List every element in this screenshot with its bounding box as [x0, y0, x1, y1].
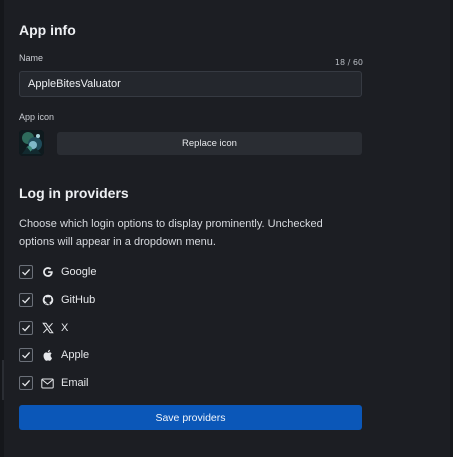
- name-char-counter: 18 / 60: [334, 58, 363, 67]
- google-checkbox[interactable]: [19, 265, 33, 279]
- google-label: Google: [61, 266, 97, 278]
- github-icon: [41, 294, 54, 307]
- email-checkbox[interactable]: [19, 376, 33, 390]
- provider-row-email[interactable]: Email: [19, 375, 89, 391]
- apple-label: Apple: [61, 349, 90, 361]
- apple-icon: [41, 349, 54, 362]
- save-providers-button[interactable]: Save providers: [19, 405, 362, 430]
- x-label: X: [61, 322, 69, 334]
- github-checkbox[interactable]: [19, 293, 33, 307]
- provider-row-x[interactable]: X: [19, 320, 68, 336]
- resize-handle[interactable]: [2, 360, 4, 400]
- name-label: Name: [19, 53, 44, 63]
- app-name-input[interactable]: [19, 71, 362, 97]
- provider-row-google[interactable]: Google: [19, 264, 96, 280]
- login-providers-description: Choose which login options to display pr…: [19, 218, 323, 248]
- checkmark-icon: [22, 268, 31, 276]
- app-icon-artwork: [19, 130, 44, 156]
- github-label: GitHub: [61, 294, 96, 306]
- provider-row-apple[interactable]: Apple: [19, 347, 89, 363]
- apple-checkbox[interactable]: [19, 348, 33, 362]
- checkmark-icon: [22, 296, 31, 304]
- app-settings-panel: App info Name 18 / 60 App icon Replace i…: [0, 0, 453, 457]
- x-checkbox[interactable]: [19, 321, 33, 335]
- replace-icon-button[interactable]: Replace icon: [57, 132, 362, 155]
- email-label: Email: [61, 377, 89, 389]
- provider-row-github[interactable]: GitHub: [19, 292, 95, 308]
- app-icon-label: App icon: [19, 112, 55, 122]
- left-divider: [0, 0, 4, 457]
- checkmark-icon: [22, 351, 31, 359]
- app-info-title: App info: [19, 22, 76, 38]
- checkmark-icon: [22, 324, 31, 332]
- app-icon-image: [19, 130, 44, 156]
- x-icon: [41, 322, 54, 335]
- login-providers-title: Log in providers: [19, 185, 129, 201]
- checkmark-icon: [22, 379, 31, 387]
- email-icon: [41, 377, 54, 390]
- google-icon: [41, 266, 54, 279]
